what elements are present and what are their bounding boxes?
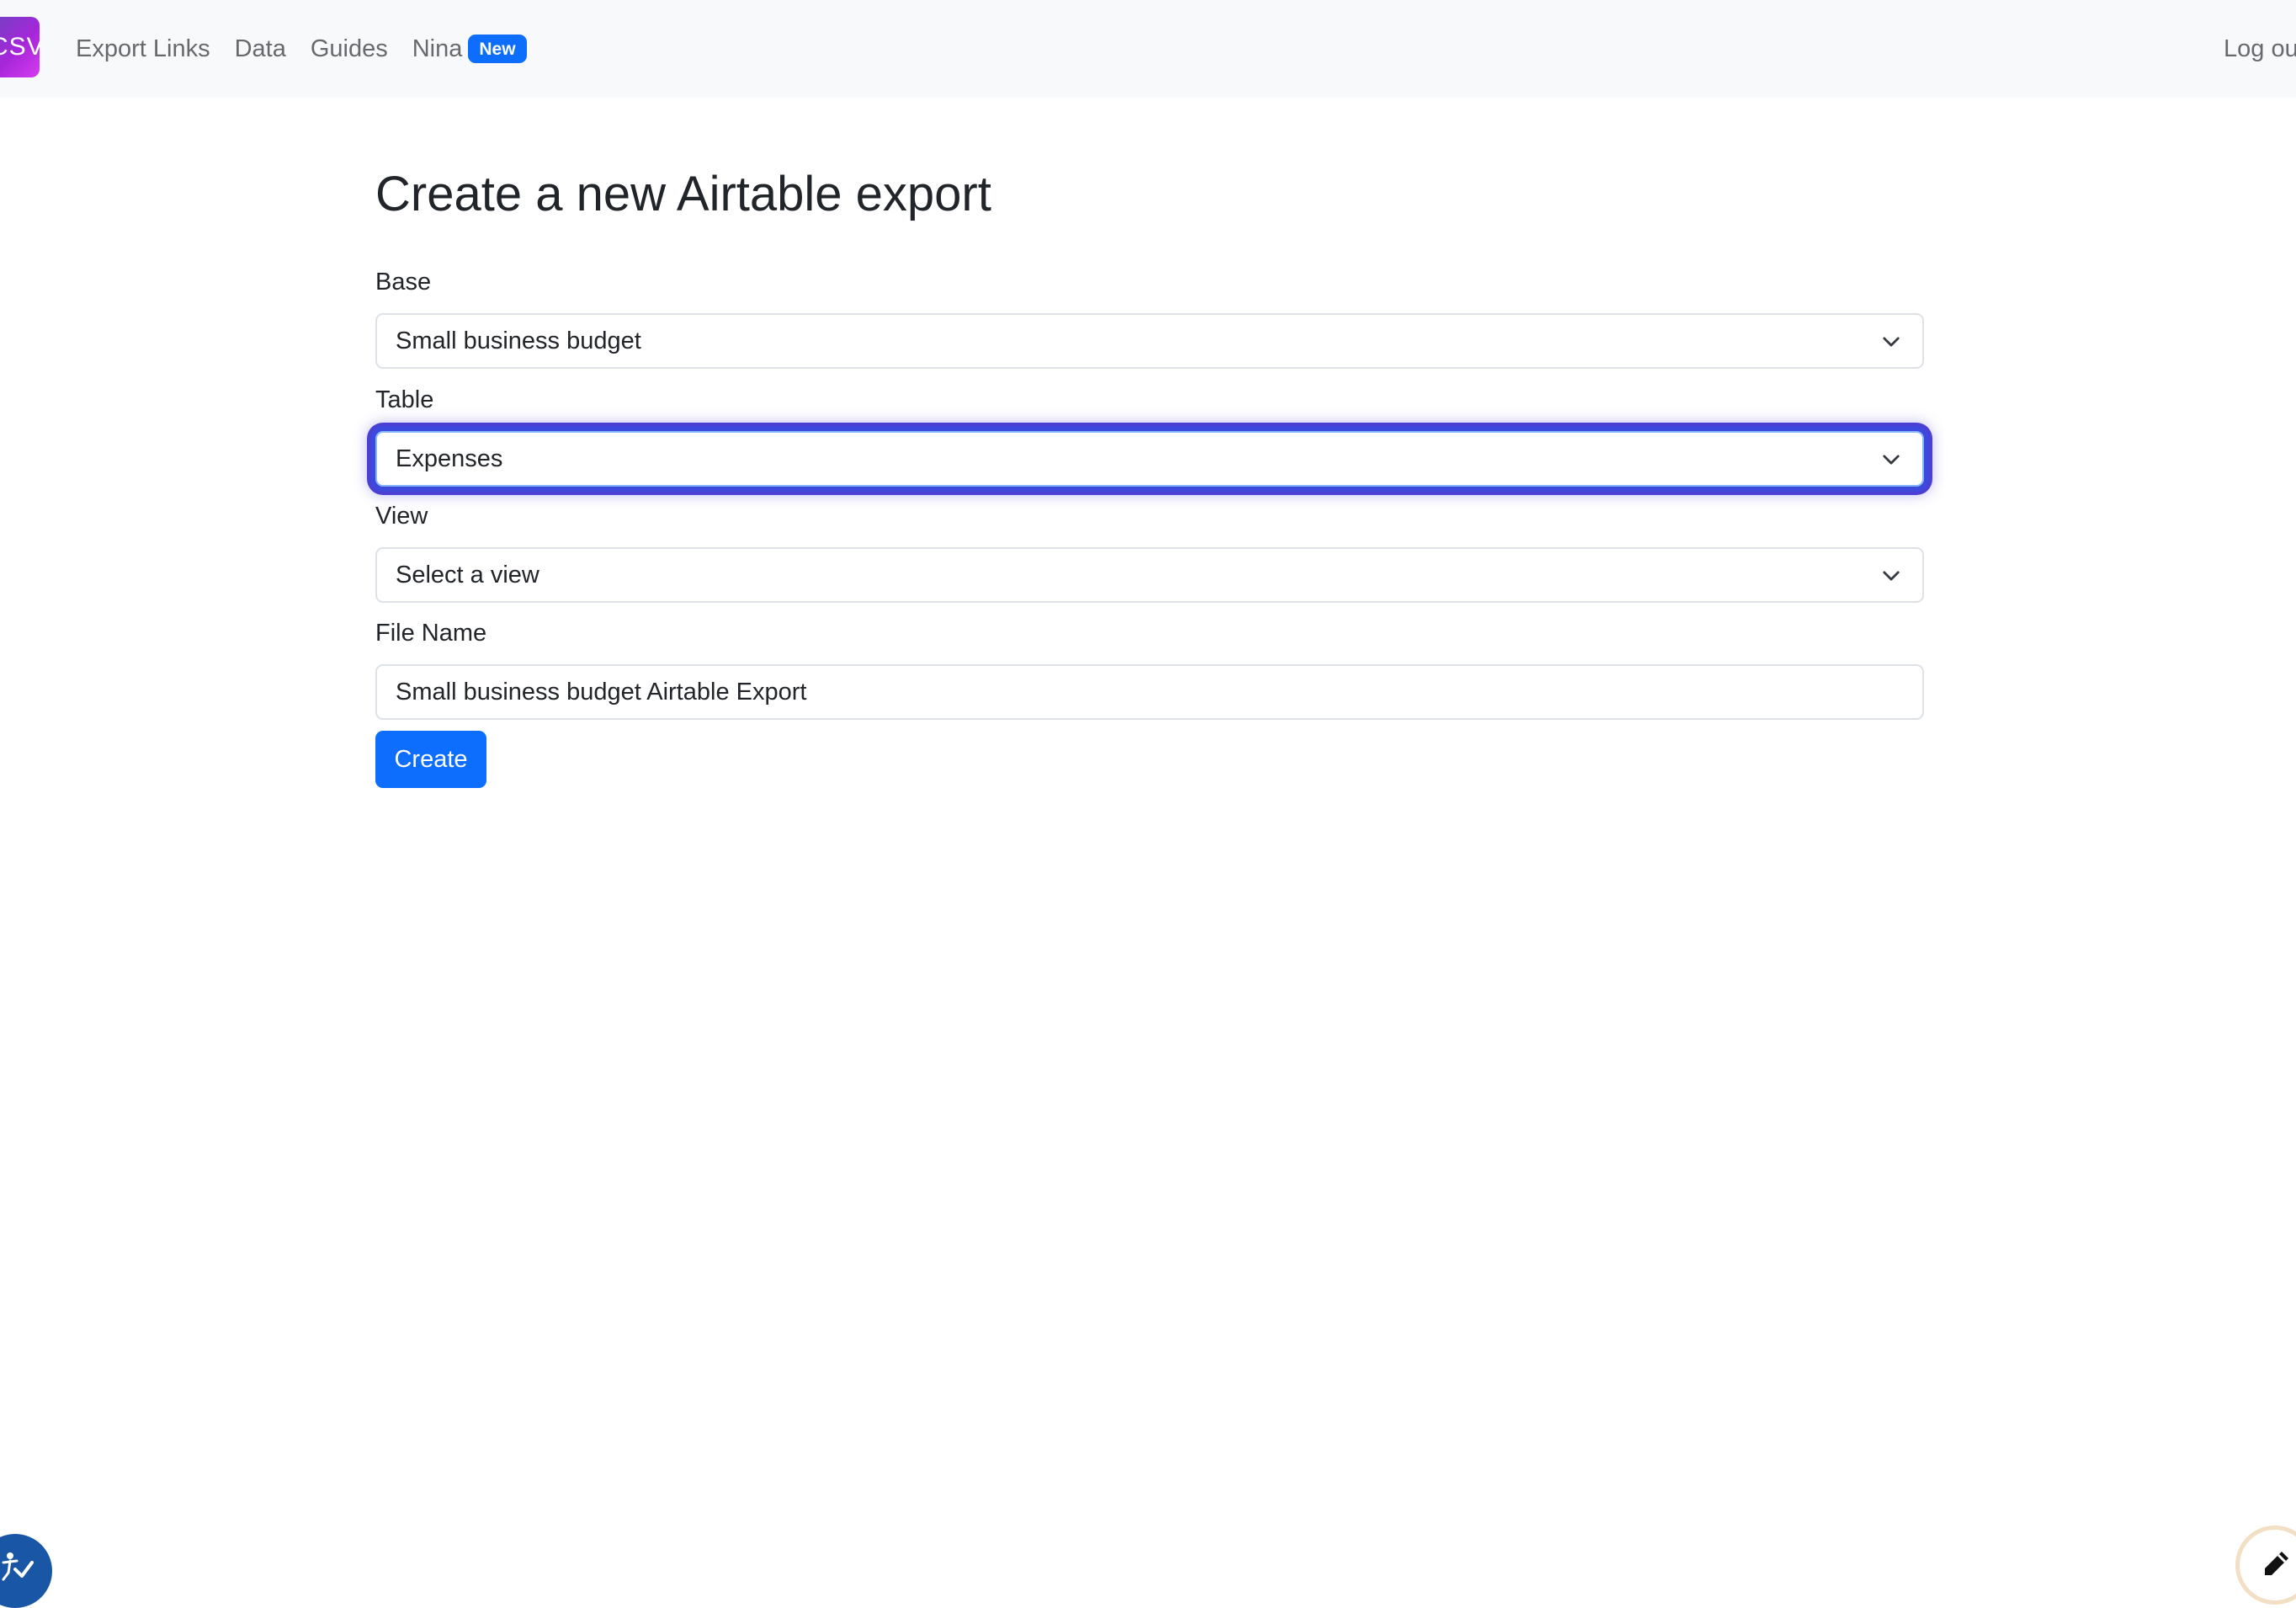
base-label: Base — [375, 269, 432, 296]
nav-link-export-links[interactable]: Export Links — [76, 35, 210, 63]
file-name-input[interactable]: Small business budget Airtable Export — [375, 664, 1924, 720]
new-badge: New — [468, 35, 527, 63]
create-button[interactable]: Create — [375, 731, 486, 788]
nav-link-data[interactable]: Data — [235, 35, 286, 63]
table-label: Table — [375, 386, 434, 413]
view-label: View — [375, 503, 428, 530]
chevron-down-icon — [1883, 337, 1900, 347]
nav-link-nina[interactable]: Nina — [412, 35, 463, 63]
accessibility-icon — [2, 1552, 34, 1581]
base-select[interactable]: Small business budget — [375, 313, 1924, 369]
top-navbar: CSV Export Links Data Guides Nina New Lo… — [0, 0, 2296, 98]
file-name-label: File Name — [375, 620, 487, 647]
page-title: Create a new Airtable export — [375, 167, 991, 221]
nav-link-guides[interactable]: Guides — [311, 35, 388, 63]
base-select-value: Small business budget — [396, 327, 641, 354]
pencil-icon — [2265, 1552, 2288, 1575]
chevron-down-icon — [1883, 571, 1900, 581]
view-select-value: Select a view — [396, 562, 539, 588]
table-select-value: Expenses — [396, 445, 503, 472]
view-select[interactable]: Select a view — [375, 547, 1924, 603]
logout-link[interactable]: Log out — [2224, 0, 2296, 98]
nav-links: Export Links Data Guides Nina New — [76, 0, 527, 98]
chevron-down-icon — [1883, 455, 1900, 465]
accessibility-widget-button[interactable] — [0, 1534, 52, 1608]
brand-logo[interactable]: CSV — [0, 17, 40, 77]
table-select[interactable]: Expenses — [375, 431, 1924, 487]
feedback-widget-button[interactable] — [2235, 1525, 2296, 1605]
